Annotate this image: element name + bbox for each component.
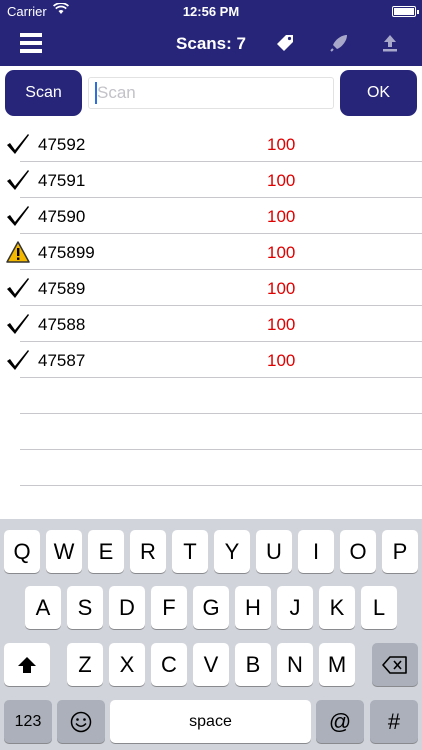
shift-icon — [18, 656, 36, 673]
battery-icon — [392, 6, 419, 17]
key-x[interactable]: X — [109, 643, 145, 686]
key-h[interactable]: H — [235, 586, 271, 629]
scan-list: 47592 100 47591 100 47590 100 475899 100… — [0, 126, 422, 486]
tag-icon[interactable] — [274, 32, 296, 54]
item-quantity: 100 — [267, 207, 296, 226]
key-w[interactable]: W — [46, 530, 82, 573]
checkmark-icon — [6, 313, 30, 335]
upload-icon[interactable] — [379, 32, 401, 54]
key-u[interactable]: U — [256, 530, 292, 573]
key-j[interactable]: J — [277, 586, 313, 629]
item-code: 47589 — [38, 279, 86, 298]
checkmark-icon — [6, 169, 30, 191]
item-code: 475899 — [38, 243, 95, 262]
key-r[interactable]: R — [130, 530, 166, 573]
empty-row — [0, 450, 422, 486]
key-c[interactable]: C — [151, 643, 187, 686]
scan-row: Scan OK — [0, 66, 422, 122]
empty-row — [0, 414, 422, 450]
hash-key[interactable]: # — [370, 700, 418, 743]
item-quantity: 100 — [267, 171, 296, 190]
key-e[interactable]: E — [88, 530, 124, 573]
key-o[interactable]: O — [340, 530, 376, 573]
list-item[interactable]: 47589 100 — [0, 270, 422, 306]
checkmark-icon — [6, 277, 30, 299]
list-item[interactable]: 47591 100 — [0, 162, 422, 198]
item-code: 47587 — [38, 351, 86, 370]
keyboard: Q W E R T Y U I O P A S D F G H J K L Z … — [0, 519, 422, 750]
key-n[interactable]: N — [277, 643, 313, 686]
list-item[interactable]: 475899 100 — [0, 234, 422, 270]
item-code: 47590 — [38, 207, 86, 226]
shift-key[interactable] — [4, 643, 50, 686]
emoji-key[interactable] — [57, 700, 105, 743]
checkmark-icon — [6, 133, 30, 155]
key-l[interactable]: L — [361, 586, 397, 629]
key-s[interactable]: S — [67, 586, 103, 629]
item-quantity: 100 — [267, 135, 296, 154]
warning-icon — [6, 241, 30, 263]
item-quantity: 100 — [267, 315, 296, 334]
navigation-bar: Scans: 7 — [0, 22, 422, 66]
key-t[interactable]: T — [172, 530, 208, 573]
page-title: Scans: 7 — [176, 34, 246, 53]
item-code: 47588 — [38, 315, 86, 334]
key-v[interactable]: V — [193, 643, 229, 686]
key-d[interactable]: D — [109, 586, 145, 629]
at-key[interactable]: @ — [316, 700, 364, 743]
scan-input[interactable] — [88, 77, 334, 109]
key-g[interactable]: G — [193, 586, 229, 629]
list-item[interactable]: 47590 100 — [0, 198, 422, 234]
scan-button[interactable]: Scan — [5, 70, 82, 116]
key-a[interactable]: A — [25, 586, 61, 629]
backspace-icon — [382, 655, 407, 674]
emoji-icon — [70, 711, 92, 732]
item-quantity: 100 — [267, 351, 296, 370]
key-i[interactable]: I — [298, 530, 334, 573]
item-code: 47591 — [38, 171, 86, 190]
checkmark-icon — [6, 205, 30, 227]
checkmark-icon — [6, 349, 30, 371]
key-q[interactable]: Q — [4, 530, 40, 573]
key-f[interactable]: F — [151, 586, 187, 629]
item-quantity: 100 — [267, 279, 296, 298]
clock: 12:56 PM — [182, 4, 240, 19]
list-item[interactable]: 47587 100 — [0, 342, 422, 378]
key-z[interactable]: Z — [67, 643, 103, 686]
top-bar: Carrier 12:56 PM Scans: 7 — [0, 0, 422, 66]
rocket-icon[interactable] — [328, 32, 350, 54]
list-item[interactable]: 47592 100 — [0, 126, 422, 162]
empty-row — [0, 378, 422, 414]
space-key[interactable]: space — [110, 700, 311, 743]
delete-key[interactable] — [372, 643, 418, 686]
item-code: 47592 — [38, 135, 86, 154]
key-y[interactable]: Y — [214, 530, 250, 573]
key-b[interactable]: B — [235, 643, 271, 686]
key-k[interactable]: K — [319, 586, 355, 629]
numbers-key[interactable]: 123 — [4, 700, 52, 743]
item-quantity: 100 — [267, 243, 296, 262]
ok-button[interactable]: OK — [340, 70, 417, 116]
list-item[interactable]: 47588 100 — [0, 306, 422, 342]
key-m[interactable]: M — [319, 643, 355, 686]
status-bar: Carrier 12:56 PM — [0, 0, 422, 22]
text-cursor — [95, 82, 97, 104]
key-p[interactable]: P — [382, 530, 418, 573]
